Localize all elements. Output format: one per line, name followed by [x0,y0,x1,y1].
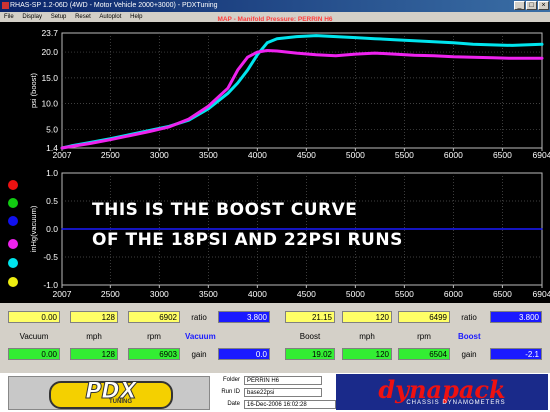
window-title: RHAS-SP 1.2-06D (4WD - Motor Vehicle 200… [10,2,218,9]
vacuum-readout-2: 0.00 [8,348,60,360]
rpm-readout-1: 6902 [128,311,180,323]
x-tick-label: 5000 [346,289,365,299]
mph-readout-3: 128 [70,348,118,360]
x-tick-label: 5500 [395,150,414,160]
x-tick-label: 3000 [150,150,169,160]
folder-value: PERRIN H6 [244,376,322,385]
boost-readout-1: 21.15 [285,311,335,323]
x-tick-label: 6500 [493,150,512,160]
rpm-label-2: rpm [417,332,431,341]
mph-readout-4: 120 [342,348,392,360]
rpm-readout-3: 6903 [128,348,180,360]
y-tick-label: 1.4 [46,143,58,153]
ratio-label-1: ratio [191,313,207,322]
x-tick-label: 2500 [101,289,120,299]
y-axis-label: psi (boost) [29,72,38,108]
overlay-caption-line1: THIS IS THE BOOST CURVE [92,200,358,220]
channel-cyan-dot[interactable] [8,258,18,268]
runid-label: Run ID [221,389,240,395]
y-tick-label: 0.5 [46,196,58,206]
gain-label-1: gain [191,350,207,359]
y-axis-label: inHg(vacuum) [29,205,38,252]
x-tick-label: 2007 [53,289,72,299]
app-icon[interactable] [2,2,9,9]
rpm-label-1: rpm [147,332,161,341]
plot-frame-1 [61,32,543,149]
boost-readout-2: 19.02 [285,348,335,360]
mph-readout-1: 128 [70,311,118,323]
mph-readout-2: 120 [342,311,392,323]
mph-label-1: mph [86,332,102,341]
date-label: Date [227,401,240,407]
gain-label-2: gain [461,350,477,359]
x-tick-label: 6500 [493,289,512,299]
vacuum-readout-1: 0.00 [8,311,60,323]
close-button[interactable]: × [538,1,549,10]
x-tick-label: 6000 [444,150,463,160]
mph-label-2: mph [359,332,375,341]
overlay-caption-line2: OF THE 18PSI AND 22PSI RUNS [92,230,403,250]
y-tick-label: 23.7 [41,28,58,38]
x-tick-label: 4000 [248,150,267,160]
x-tick-label: 3500 [199,150,218,160]
vacuum-label: Vacuum [19,332,49,341]
x-tick-label: 3000 [150,289,169,299]
plot-area: 2007 2500 3000 3500 4000 4500 5000 5500 6000 6500… [0,22,550,312]
dynapack-logo: dynapack CHASSIS DYNAMOMETERS [336,374,548,410]
y-tick-label: 5.0 [46,124,58,134]
x-tick-label: 3500 [199,289,218,299]
ratio-readout-2: 3.800 [490,311,542,323]
window-titlebar: RHAS-SP 1.2-06D (4WD - Motor Vehicle 200… [0,0,550,12]
channel-yellow-dot[interactable] [8,277,18,287]
series-line-1-2 [60,49,544,150]
rpm-readout-2: 6499 [398,311,450,323]
y-tick-label: -0.5 [43,252,58,262]
readout-panel: 0.00 128 6902 ratio 3.800 21.15 120 6499… [0,303,550,373]
y-tick-label: 20.0 [41,47,58,57]
minimize-button[interactable]: _ [514,1,525,10]
x-tick-label: 6000 [444,289,463,299]
x-tick-label: 4500 [297,289,316,299]
channel-blue-dot[interactable] [8,216,18,226]
rpm-readout-4: 6504 [398,348,450,360]
channel-green-dot[interactable] [8,198,18,208]
channel-red-dot[interactable] [8,180,18,190]
date-value: 16-Dec-2006 16:02:28 [244,400,336,409]
x-tick-label: 6904 [533,289,550,299]
y-tick-label: 0.0 [46,224,58,234]
footer-bar: PDX TUNING Folder PERRIN H6 Run ID base2… [0,373,550,412]
x-tick-label: 2500 [101,150,120,160]
x-tick-label: 5500 [395,289,414,299]
gain-readout-1: 0.0 [218,348,270,360]
y-tick-label: 15.0 [41,73,58,83]
y-tick-label: 1.0 [46,168,58,178]
pdx-logo: PDX TUNING [8,376,210,410]
ratio-readout-1: 3.800 [218,311,270,323]
x-tick-label: 6904 [533,150,550,160]
x-tick-label: 4000 [248,289,267,299]
runid-value: base22psi [244,388,322,397]
x-tick-label: 4500 [297,150,316,160]
gain-readout-2: -2.1 [490,348,542,360]
y-tick-label: 10.0 [41,99,58,109]
x-tick-label: 5000 [346,150,365,160]
channel-magenta-dot[interactable] [8,239,18,249]
maximize-button[interactable]: □ [526,1,537,10]
boost-section-label: Boost [458,332,481,341]
folder-label: Folder [222,377,240,383]
boost-label: Boost [299,332,321,341]
vacuum-section-label: Vacuum [185,332,216,341]
ratio-label-2: ratio [461,313,477,322]
dyno-charts: 2007 2500 3000 3500 4000 4500 5000 5500 6000 6500… [29,28,550,299]
y-tick-label: -1.0 [43,280,58,290]
